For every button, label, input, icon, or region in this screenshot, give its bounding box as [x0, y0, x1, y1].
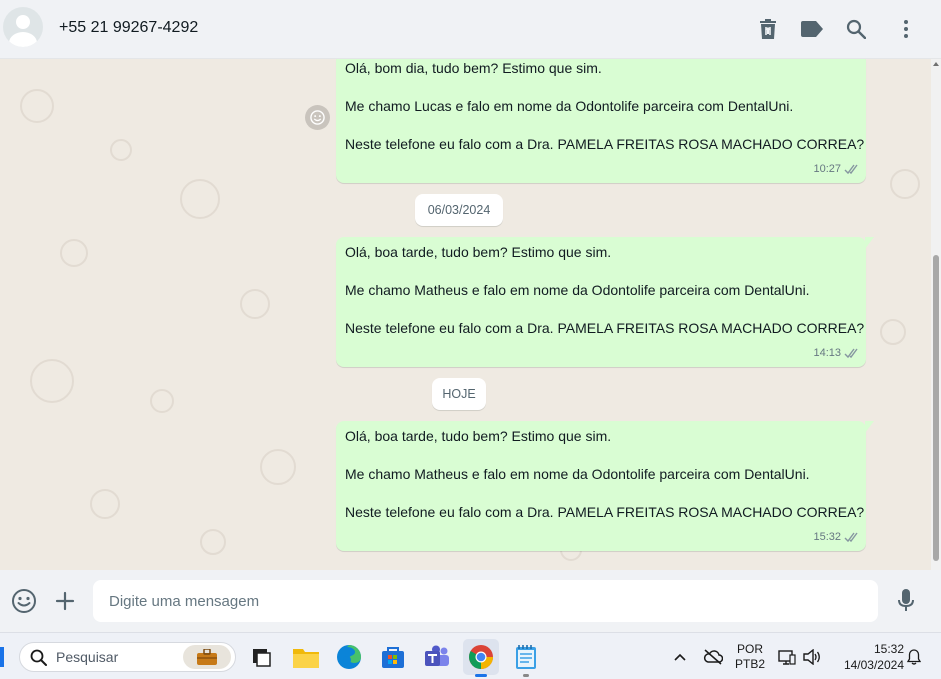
- notepad-icon: [516, 645, 536, 669]
- avatar-head-icon: [16, 15, 30, 29]
- message-line: Me chamo Lucas e falo em nome da Odontol…: [345, 98, 794, 114]
- message-meta: 14:13: [813, 344, 860, 363]
- scroll-up-arrow-icon[interactable]: [933, 62, 939, 66]
- teams-app[interactable]: [419, 639, 455, 675]
- message-bubble[interactable]: Olá, boa tarde, tudo bem? Estimo que sim…: [336, 421, 874, 551]
- search-icon: [30, 649, 47, 666]
- wallpaper-doodle: [880, 319, 906, 345]
- scrollbar-thumb[interactable]: [933, 255, 939, 561]
- menu-icon[interactable]: [894, 17, 918, 41]
- date-separator: 06/03/2024: [415, 194, 503, 226]
- message-bubble[interactable]: Olá, bom dia, tudo bem? Estimo que sim. …: [336, 59, 866, 183]
- delete-icon[interactable]: [756, 17, 780, 41]
- message-line: Me chamo Matheus e falo em nome da Odont…: [345, 466, 810, 482]
- chrome-app[interactable]: [463, 639, 499, 677]
- running-app-indicator: [523, 674, 529, 677]
- wallpaper-doodle: [260, 449, 296, 485]
- tray-overflow-chevron-icon[interactable]: [668, 639, 692, 675]
- avatar-body-icon: [9, 32, 37, 47]
- store-icon: [382, 647, 404, 668]
- message-meta: 10:27: [813, 160, 860, 179]
- briefcase-icon: [197, 649, 217, 665]
- clock-time: 15:32: [873, 642, 904, 656]
- language-label: POR: [736, 642, 763, 656]
- file-explorer-app[interactable]: [288, 639, 324, 675]
- network-icon[interactable]: [776, 639, 798, 675]
- notepad-app[interactable]: [508, 639, 544, 677]
- edge-icon: [337, 645, 361, 669]
- date-separator-label: 06/03/2024: [427, 203, 491, 217]
- double-check-icon: [844, 532, 858, 543]
- double-check-icon: [844, 348, 858, 359]
- microsoft-store-app[interactable]: [375, 639, 411, 675]
- message-line: Olá, boa tarde, tudo bem? Estimo que sim…: [345, 428, 612, 444]
- onedrive-offline-icon[interactable]: [700, 639, 726, 675]
- wallpaper-doodle: [150, 389, 174, 413]
- task-view-icon: [253, 649, 271, 667]
- chat-header: +55 21 99267-4292: [0, 0, 941, 59]
- wallpaper-doodle: [90, 489, 120, 519]
- double-check-icon: [844, 164, 858, 175]
- message-time: 15:32: [813, 531, 841, 543]
- start-edge[interactable]: [0, 647, 4, 667]
- active-app-indicator: [475, 674, 487, 677]
- clock-date: 14/03/2024: [843, 658, 904, 672]
- chat-scrollbar[interactable]: [931, 59, 941, 570]
- contact-avatar[interactable]: [3, 7, 43, 47]
- message-line: Olá, bom dia, tudo bem? Estimo que sim.: [345, 60, 602, 76]
- wallpaper-doodle: [110, 139, 132, 161]
- search-highlight: [183, 645, 231, 669]
- task-view-app[interactable]: [243, 639, 279, 675]
- wallpaper-doodle: [20, 89, 54, 123]
- keyboard-label: PTB2: [734, 657, 765, 671]
- notification-bell-icon[interactable]: [904, 639, 924, 675]
- folder-icon: [293, 649, 319, 668]
- message-line: Me chamo Matheus e falo em nome da Odont…: [345, 282, 810, 298]
- bubble-tail: [865, 421, 874, 433]
- reaction-button[interactable]: [305, 105, 330, 130]
- system-clock[interactable]: 15:32 14/03/2024: [832, 641, 904, 673]
- attach-plus-icon[interactable]: [52, 588, 78, 614]
- wallpaper-doodle: [890, 169, 920, 199]
- wallpaper-doodle: [180, 179, 220, 219]
- wallpaper-doodle: [240, 289, 270, 319]
- os-taskbar: Pesquisar POR PTB2 15:32 14/03/2024: [0, 632, 941, 679]
- taskbar-search[interactable]: Pesquisar: [19, 642, 236, 672]
- message-time: 10:27: [813, 163, 841, 175]
- edge-app[interactable]: [331, 639, 367, 675]
- wallpaper-doodle: [30, 359, 74, 403]
- date-separator: HOJE: [432, 378, 486, 410]
- message-meta: 15:32: [813, 528, 860, 547]
- message-time: 14:13: [813, 347, 841, 359]
- message-input[interactable]: [93, 580, 878, 622]
- chrome-icon: [469, 645, 493, 669]
- input-language-indicator[interactable]: POR PTB2: [734, 639, 766, 675]
- message-line: Neste telefone eu falo com a Dra. PAMELA…: [345, 320, 865, 336]
- label-icon[interactable]: [800, 17, 824, 41]
- search-icon[interactable]: [844, 17, 868, 41]
- wallpaper-doodle: [60, 239, 88, 267]
- chat-panel[interactable]: Olá, bom dia, tudo bem? Estimo que sim. …: [0, 59, 941, 570]
- date-separator-label: HOJE: [442, 387, 476, 401]
- message-line: Olá, boa tarde, tudo bem? Estimo que sim…: [345, 244, 612, 260]
- microphone-icon[interactable]: [893, 588, 919, 614]
- emoji-icon[interactable]: [11, 588, 37, 614]
- taskbar-search-label: Pesquisar: [56, 649, 119, 665]
- emoji-icon: [310, 110, 325, 125]
- volume-icon[interactable]: [800, 639, 824, 675]
- teams-icon: [425, 645, 449, 666]
- message-line: Neste telefone eu falo com a Dra. PAMELA…: [345, 504, 865, 520]
- bubble-tail: [865, 237, 874, 249]
- message-bubble[interactable]: Olá, boa tarde, tudo bem? Estimo que sim…: [336, 237, 874, 367]
- wallpaper-doodle: [200, 529, 226, 555]
- contact-name[interactable]: +55 21 99267-4292: [59, 19, 198, 37]
- message-line: Neste telefone eu falo com a Dra. PAMELA…: [345, 136, 865, 152]
- message-composer: [0, 570, 941, 632]
